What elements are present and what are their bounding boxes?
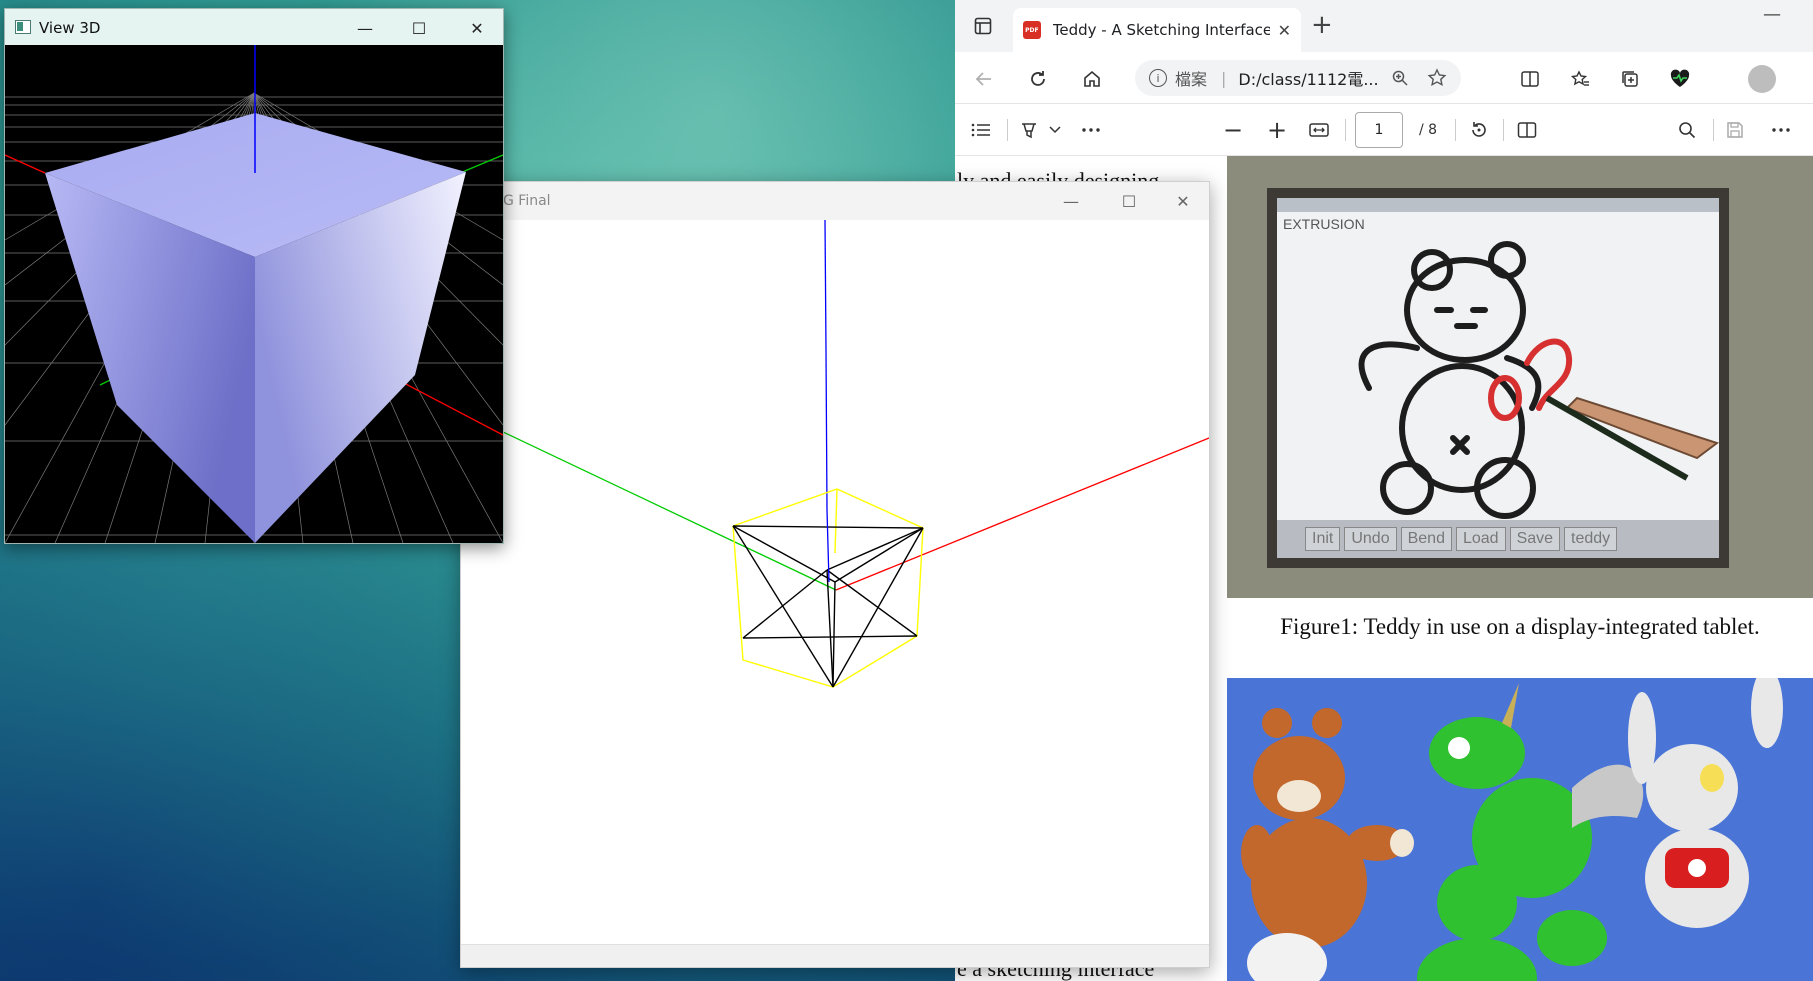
favorite-star-icon[interactable] [1427,68,1447,88]
z-axis-line [825,349,828,511]
cg-final-viewport[interactable] [460,219,1210,946]
rotate-icon [1472,122,1486,137]
shaded-cube-scene [4,45,504,544]
refresh-icon [1031,71,1045,86]
cg-maximize-button[interactable]: ☐ [1109,188,1149,214]
cg-close-button[interactable]: ✕ [1163,188,1203,214]
address-url: D:/class/1112電... [1238,70,1379,89]
teddy-models-illustration [1241,678,1783,981]
fit-to-width-button[interactable] [1305,116,1333,144]
toolbar-divider [1713,119,1714,141]
tab-actions-icon [974,17,992,35]
chevron-down-icon [1049,126,1061,134]
more-horizontal-icon [1772,128,1790,132]
save-icon [1727,122,1743,138]
teddy-bend-button: Bend [1400,527,1452,551]
brown-bear-model [1241,708,1414,948]
pdf-icon: PDF [1023,21,1041,39]
save-button[interactable] [1721,116,1749,144]
teddy-name-field: teddy [1564,527,1618,551]
tab-strip: PDF Teddy - A Sketching Interface for ✕ … [955,0,1813,52]
figure1-photo: EXTRUSION Init Undo Bend Load Save teddy [1227,156,1813,598]
collections-icon [1622,71,1638,87]
page-view-button[interactable] [1513,116,1541,144]
page-total: / 8 [1418,122,1438,138]
home-button[interactable] [1077,64,1107,94]
home-icon [1084,70,1100,87]
rotate-button[interactable] [1465,116,1493,144]
teddy-bear-sketch [1358,241,1719,519]
highlight-dropdown[interactable] [1047,116,1063,144]
collections-button[interactable] [1615,64,1645,94]
address-bar-row: i 檔案 | D:/class/1112電... [955,52,1813,104]
profile-avatar[interactable] [1748,65,1776,93]
back-button[interactable] [969,64,999,94]
app-window-icon [15,20,31,34]
figure2-models-image [1227,678,1813,981]
toolbar-divider [1345,119,1346,141]
cg-final-window: G Final — ☐ ✕ [460,181,1210,968]
green-dragon-model [1429,683,1644,966]
z-axis-line [824,219,827,351]
refresh-button[interactable] [1023,64,1053,94]
y-axis-line [460,411,837,591]
highlight-button[interactable] [1015,116,1043,144]
teddy-app-button-bar: Init Undo Bend Load Save teddy [1277,520,1719,558]
address-bar[interactable]: i 檔案 | D:/class/1112電... [1135,60,1461,96]
teddy-save-button: Save [1509,527,1561,551]
list-icon [971,123,990,137]
favorites-icon [1570,70,1589,86]
tab-close-button[interactable]: ✕ [1278,21,1291,40]
address-separator: | [1221,68,1227,88]
browser-essentials-button[interactable] [1665,64,1695,94]
view3d-title: View 3D [39,19,101,37]
cg-minimize-button[interactable]: — [1051,188,1091,214]
more-tools-button[interactable] [1077,116,1105,144]
favorites-button[interactable] [1565,64,1595,94]
white-rabbit-model [1628,678,1783,928]
fit-width-icon [1309,123,1329,137]
tab-teddy-pdf[interactable]: PDF Teddy - A Sketching Interface for ✕ [1013,8,1301,52]
table-of-contents-button[interactable] [967,116,995,144]
cg-status-bar [461,944,1209,967]
tab-actions-button[interactable] [969,12,997,40]
toolbar-divider [1503,119,1504,141]
more-horizontal-icon [1082,128,1100,132]
cg-final-title: G Final [503,193,551,209]
highlighter-icon [1022,123,1036,139]
tab-title: Teddy - A Sketching Interface for [1052,21,1270,39]
view3d-titlebar[interactable]: View 3D — ☐ ✕ [5,9,503,45]
page-number-input[interactable] [1355,112,1403,148]
find-button[interactable] [1673,116,1701,144]
search-icon [1679,122,1696,139]
zoom-out-button[interactable]: − [1219,116,1247,144]
teddy-undo-button: Undo [1344,527,1397,551]
pdf-toolbar: − + / 8 [955,104,1813,156]
cg-final-titlebar[interactable]: G Final — ☐ ✕ [461,182,1209,220]
heart-pulse-icon [1670,69,1690,87]
browser-minimize-button[interactable]: — [1763,4,1781,25]
split-screen-icon [1521,71,1539,87]
wireframe-scene [460,219,1210,688]
view3d-minimize-button[interactable]: — [345,15,385,41]
two-page-icon [1517,122,1537,138]
view3d-viewport[interactable] [4,45,504,544]
teddy-init-button: Init [1305,527,1341,551]
teddy-load-button: Load [1455,527,1506,551]
view3d-close-button[interactable]: ✕ [457,15,497,41]
new-tab-button[interactable]: + [1311,10,1333,40]
file-label: 檔案 [1175,70,1208,89]
toolbar-divider [1007,119,1008,141]
figure1-caption: Figure1: Teddy in use on a display-integ… [1280,614,1760,639]
toolbar-divider [1455,119,1456,141]
info-icon[interactable]: i [1149,69,1167,87]
view3d-maximize-button[interactable]: ☐ [399,15,439,41]
split-screen-button[interactable] [1515,64,1545,94]
back-arrow-icon [975,72,991,86]
zoom-in-button[interactable]: + [1263,116,1291,144]
tablet-screen: EXTRUSION Init Undo Bend Load Save teddy [1267,188,1729,568]
view3d-window: View 3D — ☐ ✕ [4,8,504,544]
settings-more-button[interactable] [1767,116,1795,144]
zoom-icon[interactable] [1391,69,1409,87]
